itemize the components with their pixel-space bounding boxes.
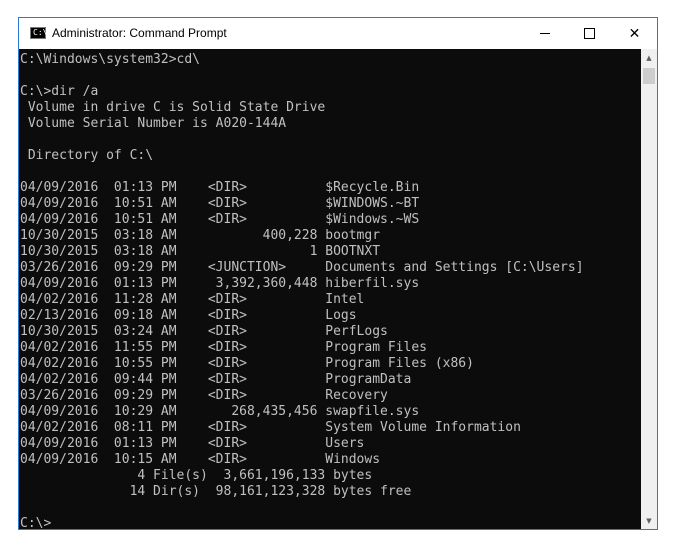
console-line: Volume Serial Number is A020-144A bbox=[20, 116, 287, 131]
console-line: 04/09/2016 10:51 AM <DIR> $Windows.~WS bbox=[20, 212, 420, 227]
console-line: 04/02/2016 11:55 PM <DIR> Program Files bbox=[20, 340, 427, 355]
console-line: C:\>dir /a bbox=[20, 84, 99, 99]
close-button[interactable]: ✕ bbox=[612, 18, 657, 49]
command-prompt-icon-label: C:\ bbox=[33, 28, 48, 37]
vertical-scrollbar[interactable]: ▲ ▼ bbox=[641, 49, 657, 529]
console-line: 04/02/2016 08:11 PM <DIR> System Volume … bbox=[20, 420, 521, 435]
console-line: 10/30/2015 03:18 AM 1 BOOTNXT bbox=[20, 244, 381, 259]
console-line: 04/02/2016 09:44 PM <DIR> ProgramData bbox=[20, 372, 412, 387]
console-line: Volume in drive C is Solid State Drive bbox=[20, 100, 326, 115]
console-text: C:\Windows\system32>cd\ C:\>dir /a Volum… bbox=[19, 49, 641, 529]
console-line: 14 Dir(s) 98,161,123,328 bytes free bbox=[20, 484, 412, 499]
chevron-down-icon: ▼ bbox=[646, 516, 652, 525]
console-line: C:\Windows\system32>cd\ bbox=[20, 52, 201, 67]
console-line: 4 File(s) 3,661,196,133 bytes bbox=[20, 468, 373, 483]
console-line: 04/02/2016 11:28 AM <DIR> Intel bbox=[20, 292, 365, 307]
console-line: 04/09/2016 01:13 PM <DIR> $Recycle.Bin bbox=[20, 180, 420, 195]
console-line: Directory of C:\ bbox=[20, 148, 154, 163]
close-icon: ✕ bbox=[628, 25, 641, 42]
console-line: C:\> bbox=[20, 516, 52, 529]
console-line: 04/09/2016 01:13 PM <DIR> Users bbox=[20, 436, 365, 451]
console-line: 04/09/2016 10:29 AM 268,435,456 swapfile… bbox=[20, 404, 420, 419]
scrollbar-thumb[interactable] bbox=[643, 68, 655, 84]
console-line: 03/26/2016 09:29 PM <DIR> Recovery bbox=[20, 388, 388, 403]
minimize-button[interactable] bbox=[522, 18, 567, 49]
maximize-icon bbox=[584, 28, 595, 39]
title-bar[interactable]: C:\ Administrator: Command Prompt ✕ bbox=[19, 18, 657, 49]
command-prompt-icon[interactable]: C:\ bbox=[30, 27, 48, 39]
console-line: 04/09/2016 01:13 PM 3,392,360,448 hiberf… bbox=[20, 276, 420, 291]
minimize-icon bbox=[539, 33, 550, 34]
console-line: 10/30/2015 03:24 AM <DIR> PerfLogs bbox=[20, 324, 388, 339]
console-line: 10/30/2015 03:18 AM 400,228 bootmgr bbox=[20, 228, 381, 243]
scroll-down-button[interactable]: ▼ bbox=[641, 512, 657, 529]
window-title: Administrator: Command Prompt bbox=[52, 26, 227, 40]
console-line: 04/02/2016 10:55 PM <DIR> Program Files … bbox=[20, 356, 474, 371]
console-line: 04/09/2016 10:15 AM <DIR> Windows bbox=[20, 452, 381, 467]
scroll-up-button[interactable]: ▲ bbox=[641, 49, 657, 66]
console-line: 03/26/2016 09:29 PM <JUNCTION> Documents… bbox=[20, 260, 584, 275]
console-line: 04/09/2016 10:51 AM <DIR> $WINDOWS.~BT bbox=[20, 196, 420, 211]
chevron-up-icon: ▲ bbox=[646, 53, 652, 62]
console-output[interactable]: C:\Windows\system32>cd\ C:\>dir /a Volum… bbox=[19, 49, 641, 529]
console-line: 02/13/2016 09:18 AM <DIR> Logs bbox=[20, 308, 357, 323]
command-prompt-window: C:\ Administrator: Command Prompt ✕ C:\W… bbox=[18, 17, 658, 530]
maximize-button[interactable] bbox=[567, 18, 612, 49]
